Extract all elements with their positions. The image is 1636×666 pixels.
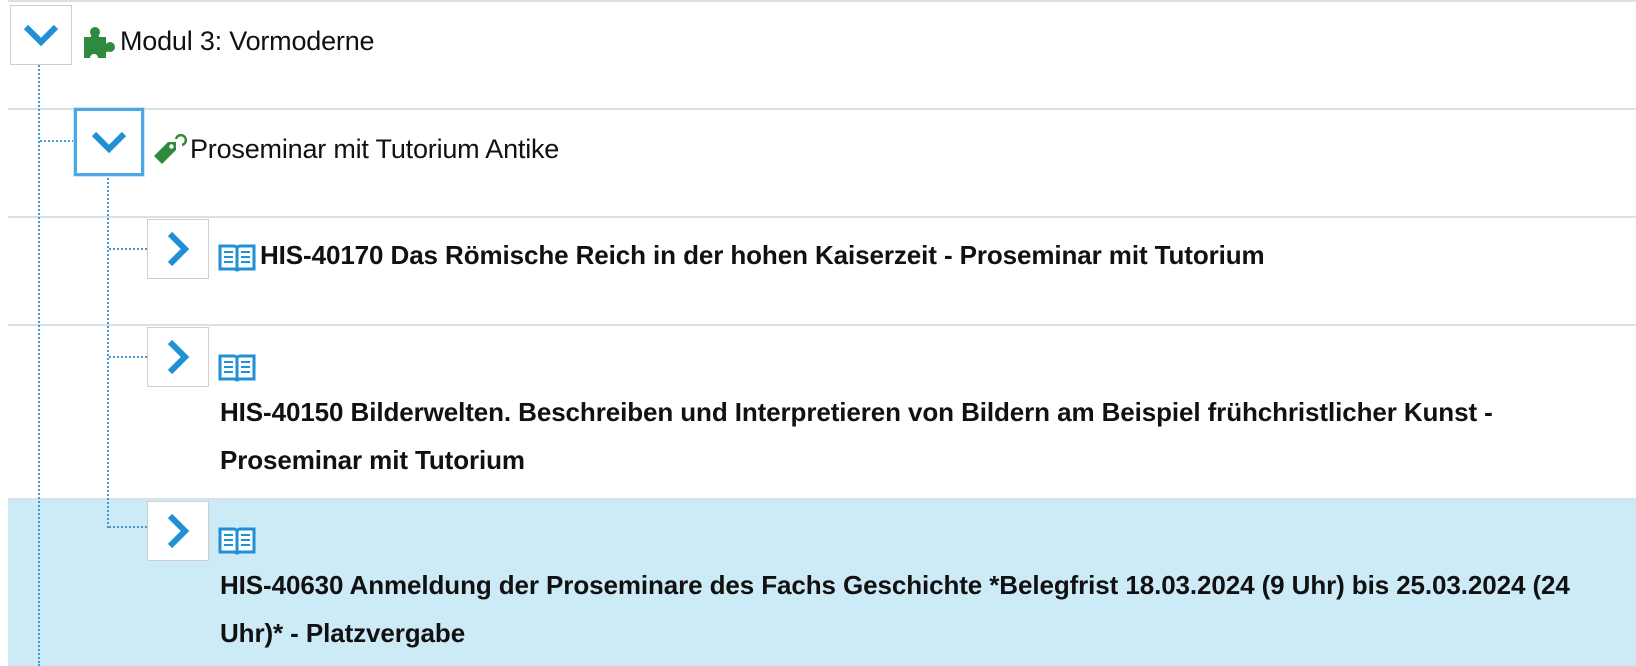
puzzle-icon <box>80 23 116 59</box>
course-label[interactable]: HIS-40630 Anmeldung der Proseminare des … <box>220 561 1610 657</box>
tree-row-module: Modul 3: Vormoderne <box>0 0 1636 108</box>
tree-row-course-selected: HIS-40630 Anmeldung der Proseminare des … <box>0 499 1636 666</box>
chevron-right-icon <box>167 232 189 266</box>
tree-row-group: Proseminar mit Tutorium Antike <box>0 108 1636 216</box>
structure-tree: Modul 3: Vormoderne Proseminar mit Tutor… <box>0 0 1636 666</box>
expand-toggle-button[interactable] <box>147 219 209 279</box>
tree-row-course: HIS-40170 Das Römische Reich in der hohe… <box>0 216 1636 324</box>
course-label[interactable]: HIS-40170 Das Römische Reich in der hohe… <box>260 240 1265 271</box>
book-icon <box>217 350 257 386</box>
book-icon <box>217 523 257 559</box>
chevron-down-icon <box>24 24 58 46</box>
module-label[interactable]: Modul 3: Vormoderne <box>120 26 375 57</box>
group-label[interactable]: Proseminar mit Tutorium Antike <box>190 134 559 165</box>
expand-toggle-button[interactable] <box>147 501 209 561</box>
tree-row-course: HIS-40150 Bilderwelten. Beschreiben und … <box>0 324 1636 498</box>
chevron-right-icon <box>167 340 189 374</box>
book-icon <box>217 240 257 276</box>
tag-link-icon <box>150 130 190 170</box>
chevron-right-icon <box>167 514 189 548</box>
collapse-toggle-button[interactable] <box>74 108 144 176</box>
course-label[interactable]: HIS-40150 Bilderwelten. Beschreiben und … <box>220 388 1600 484</box>
collapse-toggle-button[interactable] <box>10 5 72 65</box>
chevron-down-icon <box>92 131 126 153</box>
expand-toggle-button[interactable] <box>147 327 209 387</box>
